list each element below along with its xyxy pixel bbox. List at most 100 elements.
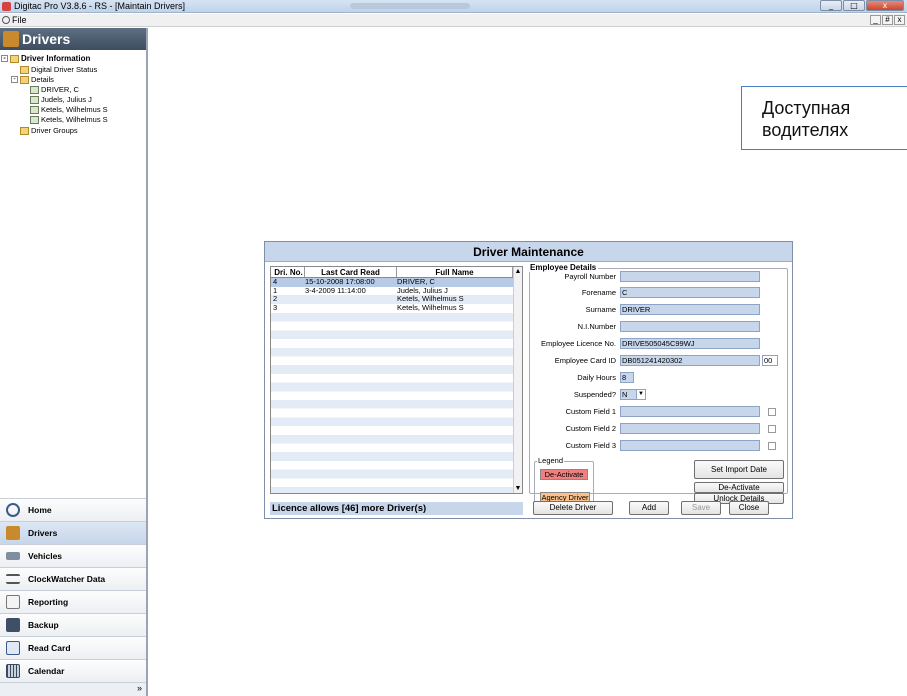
nav-home[interactable]: Home xyxy=(0,498,146,521)
nav-clockwatcher[interactable]: ClockWatcher Data xyxy=(0,567,146,590)
group-icon xyxy=(20,126,29,135)
card-icon xyxy=(30,95,39,104)
nav-drivers[interactable]: Drivers xyxy=(0,521,146,544)
column-header-full-name[interactable]: Full Name xyxy=(397,267,513,277)
tree-driver-item[interactable]: Judels, Julius J xyxy=(30,95,92,104)
column-header-driver-no[interactable]: Dri. No. xyxy=(271,267,305,277)
payroll-label: Payroll Number xyxy=(564,272,616,281)
driver-maintenance-dialog: Driver Maintenance Dri. No. Last Card Re… xyxy=(264,241,793,519)
blurred-taskbar-text xyxy=(350,3,470,9)
table-row[interactable]: 4 15-10-2008 17:08:00 DRIVER, C xyxy=(271,278,522,287)
tree-driver-item[interactable]: Ketels, Wilhelmus S xyxy=(30,115,108,124)
clock-icon xyxy=(6,503,20,517)
grid-scrollbar[interactable]: ▲ ▼ xyxy=(513,267,522,493)
table-row[interactable]: 1 3-4-2009 11:14:00 Judels, Julius J xyxy=(271,287,522,296)
licence-no-label: Employee Licence No. xyxy=(540,339,616,348)
tree-digital-driver-status[interactable]: Digital Driver Status xyxy=(20,65,97,74)
mdi-close-button[interactable]: x xyxy=(894,15,905,25)
nav-calendar[interactable]: Calendar xyxy=(0,659,146,682)
nav-more-button[interactable]: » xyxy=(0,682,146,696)
annotation-callout: Доступная водителях xyxy=(741,86,907,150)
forename-label: Forename xyxy=(581,288,616,297)
custom-field-3[interactable] xyxy=(620,440,760,451)
save-button[interactable]: Save xyxy=(681,501,721,515)
dialog-title: Driver Maintenance xyxy=(265,242,792,262)
tree-driver-information[interactable]: - Driver Information xyxy=(1,54,90,63)
custom-field-1-label: Custom Field 1 xyxy=(565,407,616,416)
report-icon xyxy=(6,595,20,609)
collapse-icon[interactable]: - xyxy=(11,76,18,83)
custom-field-3-label: Custom Field 3 xyxy=(565,441,616,450)
calendar-icon xyxy=(6,664,20,678)
custom-field-1[interactable] xyxy=(620,406,760,417)
nav-reporting[interactable]: Reporting xyxy=(0,590,146,613)
daily-hours-field[interactable]: 8 xyxy=(620,372,634,383)
card-id-field[interactable]: DB051241420302 xyxy=(620,355,760,366)
nav-backup[interactable]: Backup xyxy=(0,613,146,636)
sidebar-title: Drivers xyxy=(22,31,71,47)
payroll-number-field[interactable] xyxy=(620,271,760,282)
window-title: Digitac Pro V3.8.6 - RS - [Maintain Driv… xyxy=(14,1,186,11)
deactivate-button[interactable]: De-Activate xyxy=(694,482,784,493)
suspended-label: Suspended? xyxy=(573,390,616,399)
menu-bar: File _ # x xyxy=(0,14,907,27)
custom-field-2-checkbox[interactable] xyxy=(768,424,776,433)
folder-icon xyxy=(20,75,29,84)
surname-label: Surname xyxy=(585,305,616,314)
licence-no-field[interactable]: DRIVE505045C99WJ xyxy=(620,338,760,349)
card-id-label: Employee Card ID xyxy=(554,356,616,365)
custom-field-2-label: Custom Field 2 xyxy=(565,424,616,433)
window-titlebar: Digitac Pro V3.8.6 - RS - [Maintain Driv… xyxy=(0,0,907,13)
tree-driver-item[interactable]: Ketels, Wilhelmus S xyxy=(30,105,108,114)
empty-grid-rows xyxy=(271,312,522,493)
drivers-grid[interactable]: Dri. No. Last Card Read Full Name 4 15-1… xyxy=(270,266,523,494)
mdi-minimize-button[interactable]: _ xyxy=(870,15,881,25)
people-icon xyxy=(20,65,29,74)
suspended-select[interactable]: N ▼ xyxy=(620,389,646,400)
app-menu-icon[interactable] xyxy=(2,16,10,24)
scroll-down-icon[interactable]: ▼ xyxy=(514,484,522,493)
people-icon xyxy=(10,54,19,63)
grid-header: Dri. No. Last Card Read Full Name xyxy=(271,267,522,278)
set-import-date-button[interactable]: Set Import Date xyxy=(694,460,784,479)
card-icon xyxy=(30,115,39,124)
delete-driver-button[interactable]: Delete Driver xyxy=(533,501,613,515)
drivers-icon xyxy=(6,526,20,540)
card-icon xyxy=(30,105,39,114)
add-button[interactable]: Add xyxy=(629,501,669,515)
card-id-extension-field[interactable]: 00 xyxy=(762,355,778,366)
callout-line-1: Доступная xyxy=(762,98,851,118)
mdi-restore-button[interactable]: # xyxy=(882,15,893,25)
close-window-button[interactable]: x xyxy=(866,0,904,11)
column-header-last-card-read[interactable]: Last Card Read xyxy=(305,267,397,277)
sidebar-header: Drivers xyxy=(0,28,146,50)
vehicle-icon xyxy=(6,552,20,560)
list-icon xyxy=(6,574,20,584)
legend-deactivate: De-Activate xyxy=(540,469,588,480)
nav-vehicles[interactable]: Vehicles xyxy=(0,544,146,567)
maximize-button[interactable]: □ xyxy=(843,0,865,11)
custom-field-1-checkbox[interactable] xyxy=(768,407,776,416)
minimize-button[interactable]: _ xyxy=(820,0,842,11)
card-icon xyxy=(30,85,39,94)
table-row[interactable]: 2 Ketels, Wilhelmus S xyxy=(271,295,522,305)
menu-file[interactable]: File xyxy=(12,15,27,25)
surname-field[interactable]: DRIVER xyxy=(620,304,760,315)
scroll-up-icon[interactable]: ▲ xyxy=(514,267,522,276)
forename-field[interactable]: C xyxy=(620,287,760,298)
collapse-icon[interactable]: - xyxy=(1,55,8,62)
close-button[interactable]: Close xyxy=(729,501,769,515)
nav-panel: Home Drivers Vehicles ClockWatcher Data … xyxy=(0,498,146,696)
tree-driver-groups[interactable]: Driver Groups xyxy=(20,126,78,135)
table-row[interactable]: 3 Ketels, Wilhelmus S xyxy=(271,304,522,313)
custom-field-2[interactable] xyxy=(620,423,760,434)
tree-details[interactable]: - Details xyxy=(11,75,54,84)
card-icon xyxy=(6,641,20,655)
nav-read-card[interactable]: Read Card xyxy=(0,636,146,659)
ni-number-field[interactable] xyxy=(620,321,760,332)
custom-field-3-checkbox[interactable] xyxy=(768,441,776,450)
sidebar: Drivers - Driver Information Digital Dri… xyxy=(0,28,148,696)
tree-driver-item[interactable]: DRIVER, C xyxy=(30,85,79,94)
chevron-down-icon[interactable]: ▼ xyxy=(636,390,645,399)
licence-status: Licence allows [46] more Driver(s) xyxy=(270,502,523,515)
